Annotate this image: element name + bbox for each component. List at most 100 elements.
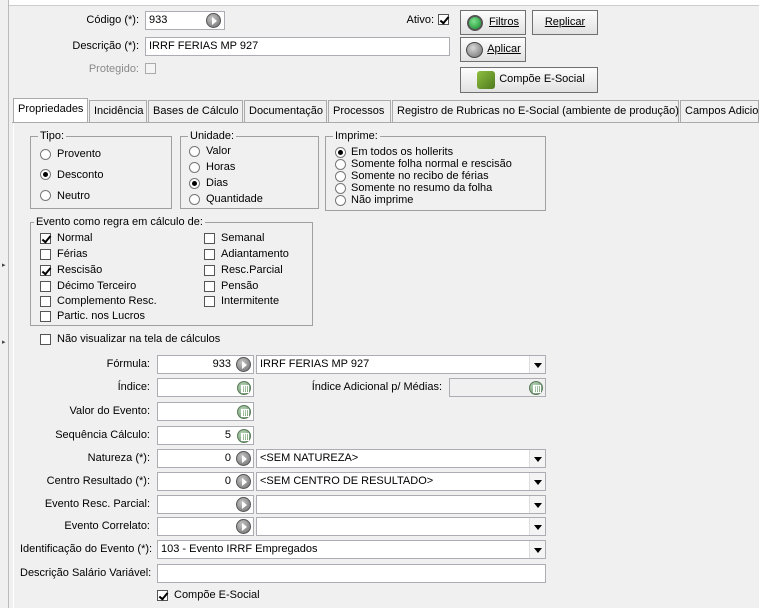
evento-option-participacao: Partic. nos Lucros (57, 310, 146, 322)
imprime-option-nao-imprime: Não imprime (351, 194, 414, 206)
evento-checkbox-participacao[interactable] (40, 311, 51, 322)
evento-option-semanal: Semanal (221, 232, 265, 244)
compoe-esocial-button[interactable]: Compõe E-Social (460, 67, 598, 93)
centro-combo[interactable]: <SEM CENTRO DE RESULTADO> (256, 472, 546, 491)
nao-visualizar-checkbox[interactable] (40, 334, 51, 345)
descricao-label: Descrição (*): (72, 40, 139, 52)
aplicar-icon (466, 42, 483, 58)
compoe-esocial-checkbox[interactable] (157, 590, 168, 601)
descricao-field[interactable]: IRRF FERIAS MP 927 (145, 37, 450, 56)
unidade-radio-horas[interactable] (189, 162, 200, 173)
chevron-down-icon[interactable] (529, 356, 545, 373)
evento-checkbox-normal[interactable] (40, 233, 51, 244)
tipo-radio-provento[interactable] (40, 149, 51, 160)
tipo-title: Tipo: (38, 130, 67, 142)
chevron-down-icon[interactable] (529, 541, 545, 558)
replicar-button[interactable]: Replicar (532, 10, 598, 35)
unidade-option-horas: Horas (206, 161, 236, 173)
evento-option-adiantamento: Adiantamento (221, 248, 289, 260)
evento-checkbox-semanal[interactable] (204, 233, 215, 244)
tab-bases-calculo[interactable]: Bases de Cálculo (148, 100, 243, 122)
centro-desc-value: <SEM CENTRO DE RESULTADO> (260, 475, 434, 487)
evento-checkbox-ferias[interactable] (40, 249, 51, 260)
evento-option-pensao: Pensão (221, 280, 259, 292)
evento-checkbox-pensao[interactable] (204, 281, 215, 292)
resc-parcial-label: Evento Resc. Parcial: (44, 498, 150, 510)
tab-campos-adicionais[interactable]: Campos Adicionais (680, 100, 759, 122)
lookup-icon[interactable] (206, 13, 221, 28)
compoe-esocial-checkbox-label: Compõe E-Social (174, 589, 260, 601)
chevron-down-icon[interactable] (529, 518, 545, 535)
valor-evento-label: Valor do Evento: (69, 405, 150, 417)
imprime-radio-resumo-folha[interactable] (335, 183, 346, 194)
identificacao-label: Identificação do Evento (*): (20, 543, 153, 555)
correlato-combo[interactable] (256, 517, 546, 536)
tab-documentacao[interactable]: Documentação (244, 100, 327, 122)
tab-incidencia[interactable]: Incidência (89, 100, 147, 122)
protegido-label: Protegido: (88, 63, 139, 75)
unidade-title: Unidade: (188, 130, 237, 142)
evento-checkbox-rescisao[interactable] (40, 265, 51, 276)
tipo-radio-neutro[interactable] (40, 190, 51, 201)
natureza-lookup-icon[interactable] (236, 451, 251, 466)
imprime-radio-nao-imprime[interactable] (335, 195, 346, 206)
evento-checkbox-decimo[interactable] (40, 281, 51, 292)
correlato-lookup-icon[interactable] (236, 519, 251, 534)
indice-adicional-calc-icon[interactable] (529, 381, 543, 395)
imprime-option-folha-normal: Somente folha normal e rescisão (351, 158, 512, 170)
replicar-label: Replicar (544, 16, 586, 28)
centro-lookup-icon[interactable] (236, 474, 251, 489)
nao-visualizar-label: Não visualizar na tela de cálculos (57, 333, 221, 345)
sequencia-calc-icon[interactable] (237, 429, 251, 443)
tipo-radio-desconto[interactable] (40, 169, 51, 180)
natureza-combo[interactable]: <SEM NATUREZA> (256, 449, 546, 468)
evento-option-normal: Normal (57, 232, 93, 244)
esocial-icon (477, 71, 495, 89)
correlato-label: Evento Correlato: (64, 520, 150, 532)
unidade-option-quantidade: Quantidade (206, 193, 263, 205)
evento-checkbox-adiantamento[interactable] (204, 249, 215, 260)
chevron-down-icon[interactable] (529, 473, 545, 490)
unidade-radio-dias[interactable] (189, 178, 200, 189)
resc-parcial-combo[interactable] (256, 495, 546, 514)
formula-desc-combo[interactable]: IRRF FERIAS MP 927 (256, 355, 546, 374)
resc-parcial-lookup-icon[interactable] (236, 497, 251, 512)
identificacao-combo[interactable]: 103 - Evento IRRF Empregados (157, 540, 546, 559)
ativo-label: Ativo: (406, 14, 434, 26)
imprime-title: Imprime: (333, 130, 380, 142)
imprime-radio-recibo-ferias[interactable] (335, 171, 346, 182)
unidade-radio-valor[interactable] (189, 146, 200, 157)
sequencia-label: Sequência Cálculo: (55, 429, 150, 441)
codigo-label: Código (*): (86, 14, 139, 26)
evento-option-complemento: Complemento Resc. (57, 295, 157, 307)
unidade-option-dias: Dias (206, 177, 229, 189)
ativo-checkbox[interactable] (438, 14, 449, 25)
natureza-label: Natureza (*): (87, 452, 150, 464)
formula-lookup-icon[interactable] (236, 357, 251, 372)
filtros-label: Filtros (489, 16, 519, 28)
imprime-radio-todos[interactable] (335, 147, 346, 158)
chevron-down-icon[interactable] (529, 496, 545, 513)
tab-processos[interactable]: Processos (328, 100, 391, 122)
formula-label: Fórmula: (106, 358, 150, 370)
salario-variavel-label: Descrição Salário Variável: (20, 567, 152, 579)
chevron-down-icon[interactable] (529, 450, 545, 467)
imprime-radio-folha-normal[interactable] (335, 159, 346, 170)
tab-registro-rubricas[interactable]: Registro de Rubricas no E-Social (ambien… (392, 100, 679, 122)
tipo-option-desconto: Desconto (57, 169, 104, 181)
evento-checkbox-intermitente[interactable] (204, 296, 215, 307)
valor-evento-calc-icon[interactable] (237, 405, 251, 419)
top-strip (0, 0, 759, 6)
aplicar-button[interactable]: Aplicar (460, 37, 526, 62)
unidade-radio-quantidade[interactable] (189, 194, 200, 205)
evento-checkbox-complemento[interactable] (40, 296, 51, 307)
indice-label: Índice: (117, 381, 150, 393)
salario-variavel-field[interactable] (157, 564, 546, 583)
filtros-button[interactable]: Filtros (460, 10, 526, 35)
tab-propriedades[interactable]: Propriedades (13, 98, 88, 122)
indice-calc-icon[interactable] (237, 381, 251, 395)
identificacao-value: 103 - Evento IRRF Empregados (161, 543, 318, 555)
evento-option-rescisao: Rescisão (57, 264, 103, 276)
protegido-checkbox[interactable] (145, 63, 156, 74)
evento-checkbox-resc-parcial[interactable] (204, 265, 215, 276)
